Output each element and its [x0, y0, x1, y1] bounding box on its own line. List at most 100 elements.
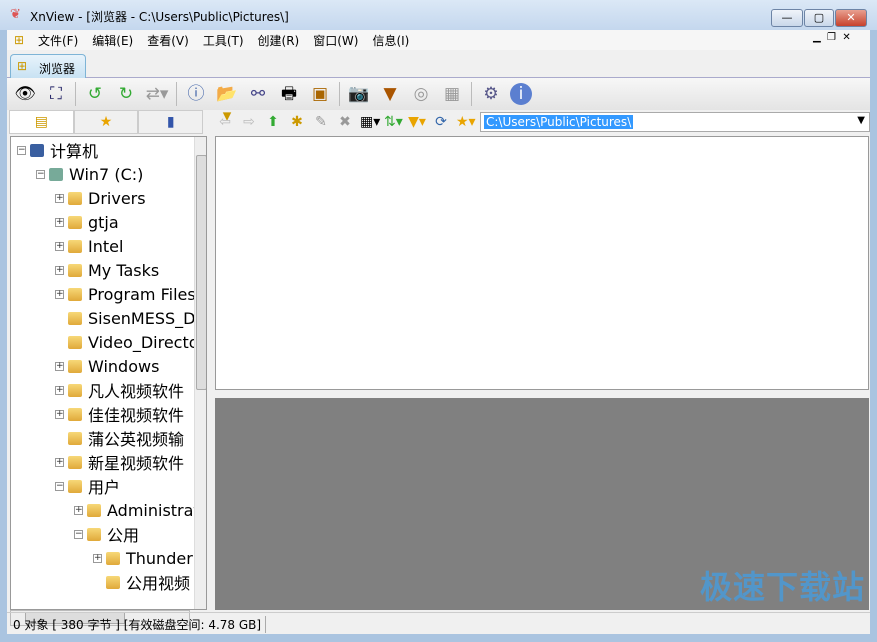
export-icon[interactable]: ▣: [308, 83, 332, 105]
gear-icon[interactable]: ⚙: [479, 83, 503, 105]
contact-sheet-icon[interactable]: ▦: [440, 83, 464, 105]
expand-toggle[interactable]: +: [55, 409, 64, 419]
find-icon[interactable]: ⚯: [246, 83, 270, 105]
folder-icon: [106, 575, 120, 589]
tree-node-label: Thunder: [126, 548, 193, 568]
tree-node[interactable]: + gtja: [55, 210, 119, 234]
expand-toggle[interactable]: −: [17, 145, 26, 155]
folder-icon: [68, 407, 82, 421]
tree-node[interactable]: 蒲公英视频输: [55, 426, 184, 450]
expand-toggle[interactable]: +: [55, 457, 64, 467]
tree-node[interactable]: 公用视频: [93, 570, 190, 594]
menu-create[interactable]: 创建(R): [251, 32, 307, 49]
up-icon[interactable]: ⬆: [264, 114, 282, 130]
tree-node[interactable]: − Win7 (C:): [36, 162, 143, 186]
tree-node[interactable]: − 公用: [74, 522, 139, 546]
open-folder-icon[interactable]: 📂▾: [215, 83, 239, 126]
tree-node[interactable]: − 计算机: [17, 138, 98, 162]
about-icon[interactable]: i: [510, 83, 532, 105]
forward-icon[interactable]: ⇨: [240, 114, 258, 130]
tree-node[interactable]: Video_Director: [55, 330, 205, 354]
tree-node-label: 蒲公英视频输: [88, 430, 185, 449]
rename-icon[interactable]: ✎: [312, 114, 330, 130]
chevron-down-icon[interactable]: ▼: [855, 115, 867, 126]
tree-node[interactable]: + Administrator: [74, 498, 207, 522]
expand-toggle[interactable]: +: [93, 553, 102, 563]
convert-icon[interactable]: ⇄▾: [145, 83, 169, 105]
delete-icon[interactable]: ✖: [336, 114, 354, 130]
tree-node-label: Win7 (C:): [69, 164, 144, 184]
tree-node-label: Administrator: [107, 500, 207, 520]
file-list[interactable]: [215, 136, 869, 390]
expand-toggle[interactable]: −: [36, 169, 45, 179]
capture-icon[interactable]: 📷: [347, 83, 371, 105]
expand-toggle[interactable]: +: [55, 265, 64, 275]
tree-node[interactable]: + Program Files: [55, 282, 196, 306]
scroll-thumb[interactable]: [196, 155, 206, 390]
categories-tab[interactable]: ▮: [138, 110, 204, 134]
expand-toggle[interactable]: +: [55, 241, 64, 251]
tree-node-label: 凡人视频软件: [88, 382, 185, 401]
expand-toggle[interactable]: +: [74, 505, 83, 515]
tree-node-label: 新星视频软件: [88, 454, 185, 473]
app-icon: ❦: [10, 7, 21, 22]
expand-toggle[interactable]: −: [55, 481, 64, 491]
tree-vertical-scrollbar[interactable]: [194, 137, 206, 609]
tree-node[interactable]: + 新星视频软件: [55, 450, 184, 474]
folder-tree[interactable]: − 计算机 − Win7 (C:) + Drivers + gtja + Intel + My Tas…: [10, 136, 207, 610]
tab-row: ⊞ 浏览器: [7, 52, 870, 78]
slideshow-icon[interactable]: ▼: [378, 83, 402, 105]
menu-view[interactable]: 查看(V): [140, 32, 196, 49]
separator: [75, 82, 76, 106]
menu-tools[interactable]: 工具(T): [196, 32, 251, 49]
menu-edit[interactable]: 编辑(E): [85, 32, 140, 49]
tree-node[interactable]: SisenMESS_Data: [55, 306, 206, 330]
menu-window[interactable]: 窗口(W): [306, 32, 365, 49]
separator: [176, 82, 177, 106]
client-area: ⊞ 文件(F) 编辑(E) 查看(V) 工具(T) 创建(R) 窗口(W) 信息…: [7, 30, 870, 634]
back-icon[interactable]: ⇦: [216, 114, 234, 130]
tree-node-label: Program Files: [88, 284, 196, 304]
menu-file[interactable]: 文件(F): [31, 32, 85, 49]
expand-toggle[interactable]: +: [55, 289, 64, 299]
fullscreen-icon[interactable]: ⛶: [44, 83, 68, 105]
tree-node[interactable]: + 佳佳视频软件: [55, 402, 184, 426]
new-folder-icon[interactable]: ✱: [288, 114, 306, 130]
mdi-controls[interactable]: ▁ ❐ ✕: [813, 32, 851, 43]
folder-icon: [68, 455, 82, 469]
expand-toggle[interactable]: +: [55, 193, 64, 203]
tree-node[interactable]: + 凡人视频软件: [55, 378, 184, 402]
address-field[interactable]: C:\Users\Public\Pictures\ ▼: [480, 112, 870, 132]
view-mode-icon[interactable]: ▦▾: [360, 114, 380, 130]
view-icon[interactable]: 👁: [13, 83, 37, 105]
expand-toggle[interactable]: +: [55, 361, 64, 371]
expand-toggle[interactable]: −: [74, 529, 83, 539]
sort-icon[interactable]: ⇅▾: [384, 114, 403, 130]
minimize-button[interactable]: —: [771, 9, 803, 27]
favorites-tab[interactable]: ★: [73, 110, 139, 134]
refresh-icon[interactable]: ⟳: [432, 114, 450, 130]
tab-browser[interactable]: ⊞ 浏览器: [10, 54, 86, 78]
tree-node[interactable]: + Drivers: [55, 186, 146, 210]
toolbar: 👁 ⛶ ↺ ↻ ⇄▾ ⓘ 📂▾ ⚯ 🖶 ▣ 📷 ▼ ◎ ▦ ⚙ i: [7, 78, 870, 126]
expand-toggle[interactable]: +: [55, 385, 64, 395]
expand-toggle[interactable]: +: [55, 217, 64, 227]
folders-tab[interactable]: ▤: [9, 110, 74, 134]
filter-icon[interactable]: ▼▾: [408, 114, 426, 130]
tree-node[interactable]: + Thunder: [93, 546, 193, 570]
rotate-left-icon[interactable]: ↺: [83, 83, 107, 105]
maximize-button[interactable]: ▢: [804, 9, 834, 27]
print-icon[interactable]: 🖶: [277, 83, 301, 105]
favorite-star-icon[interactable]: ★▾: [456, 114, 476, 130]
tree-node[interactable]: + Intel: [55, 234, 123, 258]
status-bar: 0 对象 [ 380 字节 ] [有效磁盘空间: 4.78 GB]: [7, 612, 870, 634]
tree-node[interactable]: + My Tasks: [55, 258, 159, 282]
rotate-right-icon[interactable]: ↻: [114, 83, 138, 105]
close-button[interactable]: ✕: [835, 9, 867, 27]
info-file-icon[interactable]: ⓘ: [184, 83, 208, 105]
menu-info[interactable]: 信息(I): [365, 32, 416, 49]
tree-node[interactable]: + Windows: [55, 354, 159, 378]
web-icon[interactable]: ◎: [409, 83, 433, 105]
tree-node[interactable]: − 用户: [55, 474, 120, 498]
status-text: 0 对象 [ 380 字节 ] [有效磁盘空间: 4.78 GB]: [9, 616, 267, 633]
